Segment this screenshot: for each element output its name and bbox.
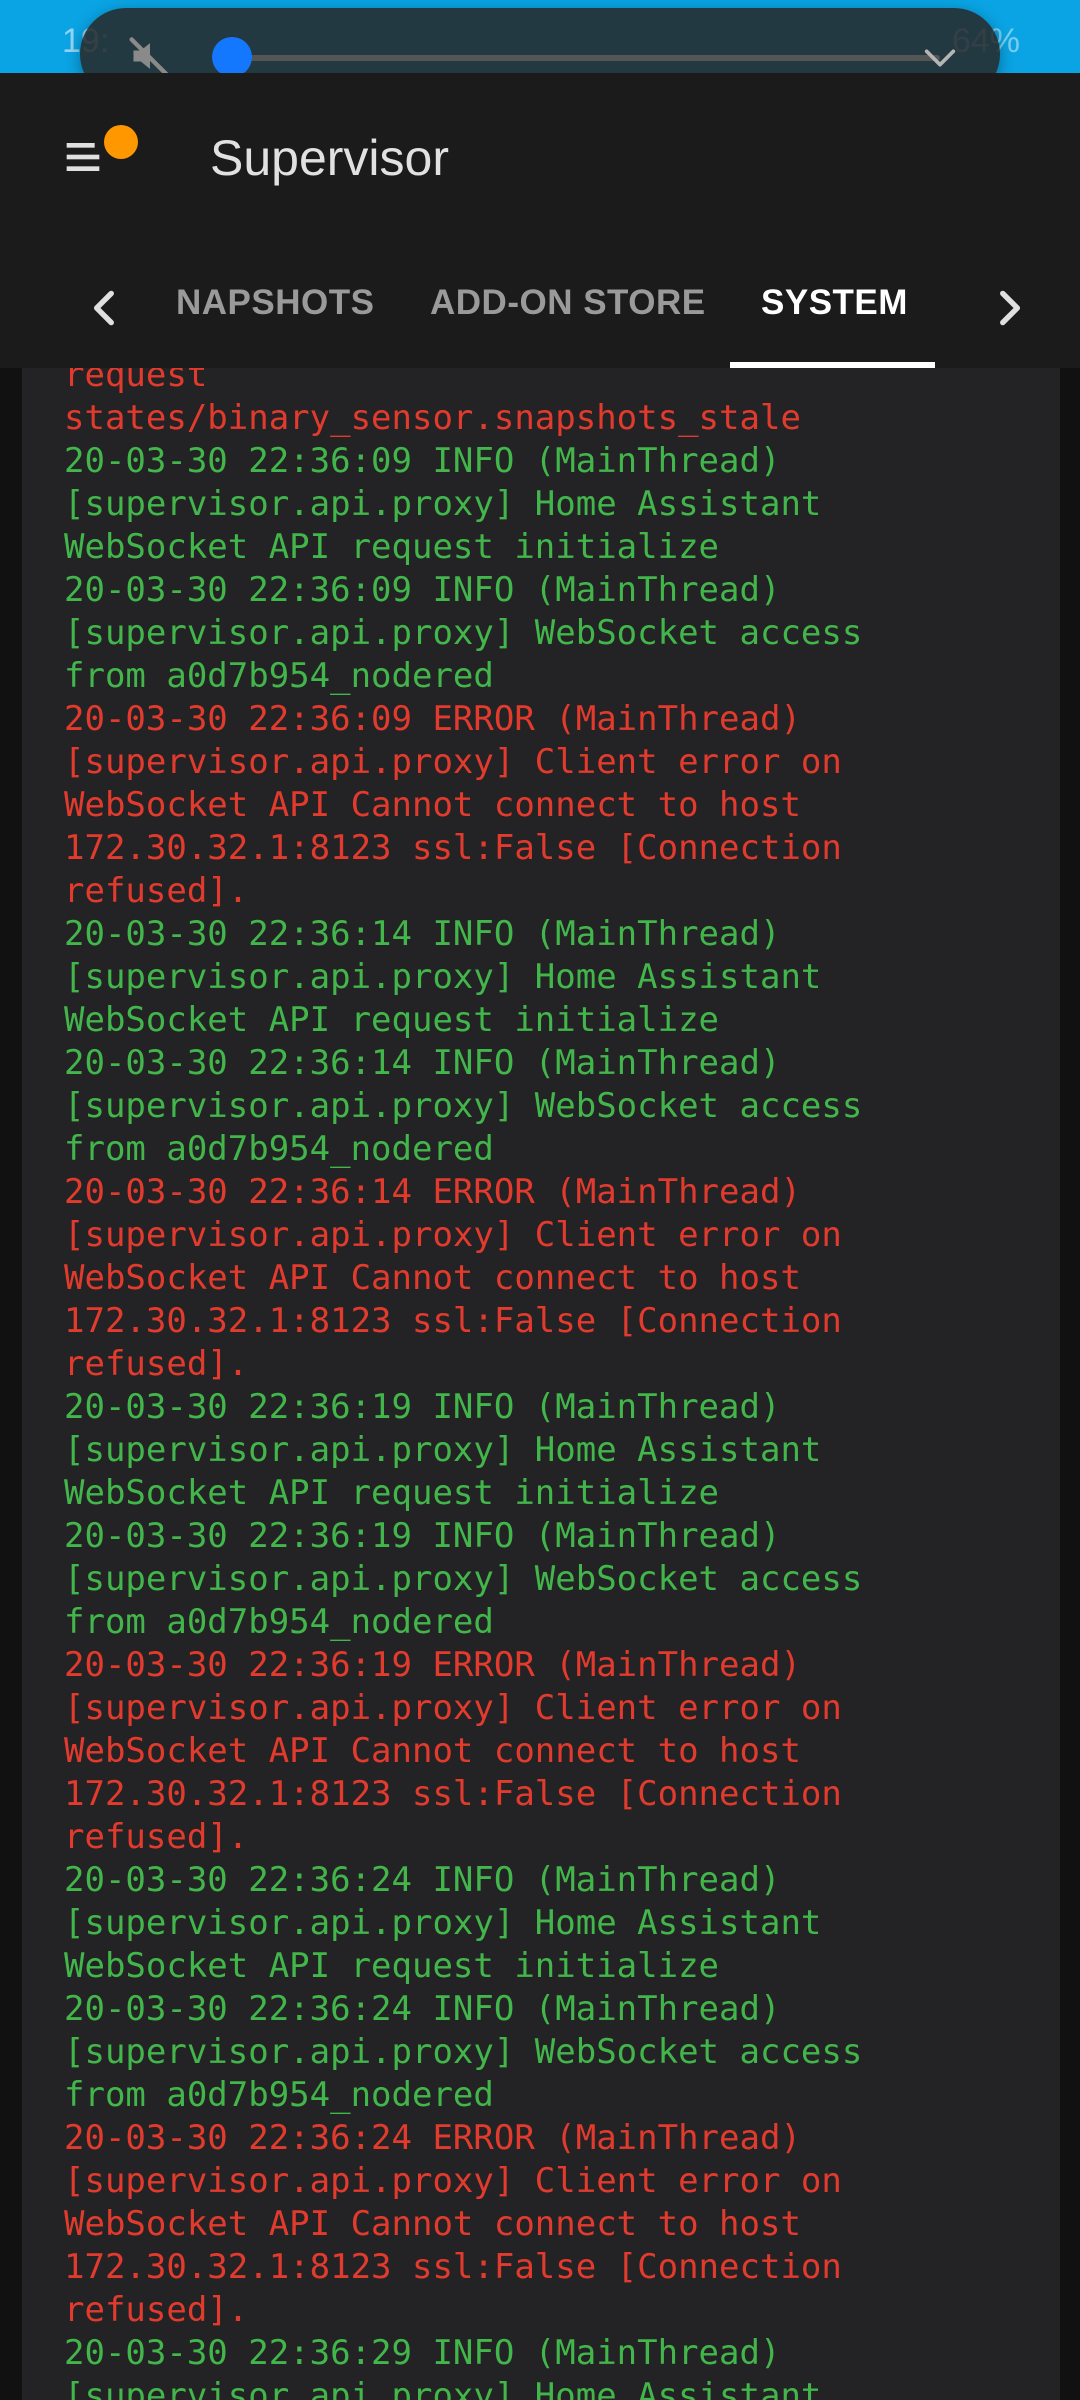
log-line-error: WebSocket API Cannot connect to host [64,785,801,825]
log-output: request states/binary_sensor.snapshots_st… [64,368,862,2400]
page-title: Supervisor [210,130,449,186]
volume-slider-thumb[interactable] [212,37,252,77]
log-line-info: [supervisor.api.proxy] WebSocket access [64,1086,863,1126]
log-line-info: [supervisor.api.proxy] Home Assistant [64,1903,822,1943]
log-line-info: [supervisor.api.proxy] Home Assistant [64,1430,822,1470]
log-line-error: request [64,368,208,395]
log-line-error: WebSocket API Cannot connect to host [64,2204,801,2244]
volume-slider[interactable] [230,55,940,61]
log-line-info: WebSocket API request initialize [64,527,720,567]
log-line-info: WebSocket API request initialize [64,1946,720,1986]
chevron-down-icon[interactable] [920,38,960,78]
log-line-info: 20-03-30 22:36:09 INFO (MainThread) [64,441,781,481]
log-line-error: refused]. [64,871,249,911]
log-line-error: 20-03-30 22:36:14 ERROR (MainThread) [64,1172,801,1212]
app-bar: Supervisor [0,73,1080,243]
chevron-left-icon[interactable] [80,283,130,333]
log-line-info: WebSocket API request initialize [64,1473,720,1513]
log-line-error: 20-03-30 22:36:19 ERROR (MainThread) [64,1645,801,1685]
log-line-error: 20-03-30 22:36:09 ERROR (MainThread) [64,699,801,739]
log-line-info: 20-03-30 22:36:24 INFO (MainThread) [64,1860,781,1900]
log-line-info: 20-03-30 22:36:14 INFO (MainThread) [64,914,781,954]
log-line-error: WebSocket API Cannot connect to host [64,1258,801,1298]
tab-add-on-store[interactable]: ADD-ON STORE [430,283,706,323]
chevron-right-icon[interactable] [984,283,1034,333]
notification-badge [104,125,138,159]
log-line-error: 172.30.32.1:8123 ssl:False [Connection [64,2247,842,2287]
log-line-error: 172.30.32.1:8123 ssl:False [Connection [64,1774,842,1814]
log-line-error: 172.30.32.1:8123 ssl:False [Connection [64,828,842,868]
log-line-error: refused]. [64,1817,249,1857]
volume-mute-icon[interactable] [128,34,172,78]
log-line-error: [supervisor.api.proxy] Client error on [64,1688,842,1728]
log-line-info: from a0d7b954_nodered [64,1602,494,1642]
log-line-info: [supervisor.api.proxy] WebSocket access [64,2032,863,2072]
log-line-info: WebSocket API request initialize [64,1000,720,1040]
log-line-error: refused]. [64,2290,249,2330]
tab-snapshots[interactable]: NAPSHOTS [176,283,374,323]
log-line-info: from a0d7b954_nodered [64,656,494,696]
log-line-info: from a0d7b954_nodered [64,1129,494,1169]
log-line-error: 172.30.32.1:8123 ssl:False [Connection [64,1301,842,1341]
tab-system[interactable]: SYSTEM [761,283,908,323]
log-line-info: 20-03-30 22:36:19 INFO (MainThread) [64,1387,781,1427]
log-line-error: refused]. [64,1344,249,1384]
log-line-info: [supervisor.api.proxy] Home Assistant [64,2376,822,2400]
log-line-error: states/binary_sensor.snapshots_stale [64,398,801,438]
log-line-info: [supervisor.api.proxy] WebSocket access [64,613,863,653]
log-line-error: 20-03-30 22:36:24 ERROR (MainThread) [64,2118,801,2158]
log-line-error: WebSocket API Cannot connect to host [64,1731,801,1771]
system-log-panel[interactable]: request states/binary_sensor.snapshots_st… [22,368,1060,2400]
tab-bar: NAPSHOTS ADD-ON STORE SYSTEM [0,243,1080,368]
log-line-info: 20-03-30 22:36:19 INFO (MainThread) [64,1516,781,1556]
log-line-info: 20-03-30 22:36:09 INFO (MainThread) [64,570,781,610]
log-line-error: [supervisor.api.proxy] Client error on [64,2161,842,2201]
log-line-info: 20-03-30 22:36:14 INFO (MainThread) [64,1043,781,1083]
log-line-info: [supervisor.api.proxy] Home Assistant [64,957,822,997]
log-line-info: [supervisor.api.proxy] WebSocket access [64,1559,863,1599]
log-line-info: 20-03-30 22:36:29 INFO (MainThread) [64,2333,781,2373]
log-line-error: [supervisor.api.proxy] Client error on [64,742,842,782]
log-line-info: [supervisor.api.proxy] Home Assistant [64,484,822,524]
log-line-info: from a0d7b954_nodered [64,2075,494,2115]
log-line-info: 20-03-30 22:36:24 INFO (MainThread) [64,1989,781,2029]
log-line-error: [supervisor.api.proxy] Client error on [64,1215,842,1255]
